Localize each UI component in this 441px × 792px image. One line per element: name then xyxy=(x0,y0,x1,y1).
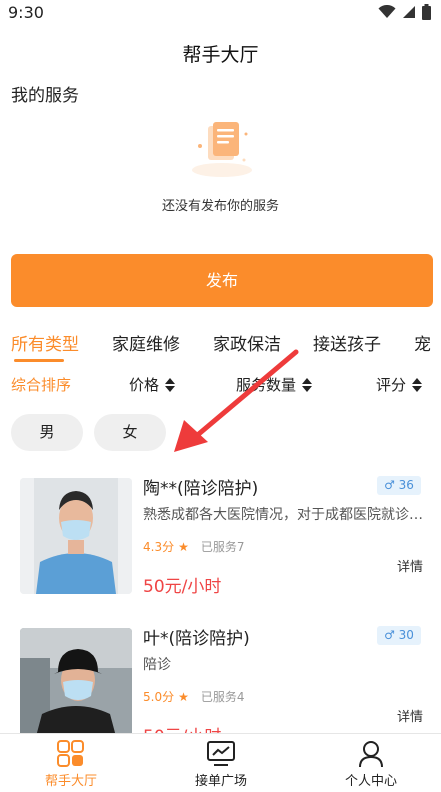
star-icon: ★ xyxy=(178,539,189,554)
publish-button[interactable]: 发布 xyxy=(11,254,433,307)
sort-service-count-label: 服务数量 xyxy=(236,376,297,394)
helper-name: 陶**(陪诊陪护) xyxy=(143,479,259,499)
helper-name: 叶*(陪诊陪护) xyxy=(143,629,250,649)
nav-personal-center[interactable]: 个人中心 xyxy=(316,740,426,789)
sort-comprehensive-label: 综合排序 xyxy=(11,376,72,394)
sort-rating-label: 评分 xyxy=(376,376,407,394)
sort-arrows-icon xyxy=(165,377,176,392)
bottom-nav: 帮手大厅 接单广场 个人中心 xyxy=(0,733,441,792)
grid-icon xyxy=(57,740,84,767)
helper-description: 熟悉成都各大医院情况，对于成都医院就诊流程非常熟悉 xyxy=(143,507,423,523)
nav-helper-hall-label: 帮手大厅 xyxy=(44,774,97,789)
helper-meta: 5.0分 ★ 已服务4 xyxy=(143,688,245,705)
detail-link[interactable]: 详情 xyxy=(397,556,423,575)
sort-price[interactable]: 价格 xyxy=(129,374,176,395)
annotation-arrow-icon xyxy=(174,349,299,452)
helper-rating: 5.0分 xyxy=(143,690,175,704)
gender-age-badge: ♂ 36 xyxy=(377,476,421,495)
helper-meta: 4.3分 ★ 已服务7 xyxy=(143,538,245,555)
sort-price-label: 价格 xyxy=(129,376,160,394)
tab-home-repair[interactable]: 家庭维修 xyxy=(112,330,180,355)
sort-arrows-icon xyxy=(302,377,313,392)
helper-rating: 4.3分 xyxy=(143,540,175,554)
empty-service-text: 还没有发布你的服务 xyxy=(161,199,279,214)
active-tab-indicator xyxy=(14,359,64,362)
helper-description: 陪诊 xyxy=(143,657,171,673)
sort-service-count[interactable]: 服务数量 xyxy=(236,374,313,395)
helper-served-count: 已服务7 xyxy=(200,540,245,554)
helper-card[interactable]: 陶**(陪诊陪护) ♂ 36 熟悉成都各大医院情况，对于成都医院就诊流程非常熟悉… xyxy=(0,470,441,610)
status-time: 9:30 xyxy=(8,3,44,22)
my-service-title: 我的服务 xyxy=(11,86,79,106)
sort-bar: 综合排序 价格 服务数量 评分 xyxy=(0,372,441,398)
status-icons xyxy=(378,4,431,20)
sort-rating[interactable]: 评分 xyxy=(376,374,423,395)
person-icon xyxy=(359,741,383,768)
status-bar: 9:30 xyxy=(0,0,441,26)
helper-served-count: 已服务4 xyxy=(200,690,245,704)
gender-filter-male[interactable]: 男 xyxy=(11,414,83,451)
helper-photo xyxy=(20,478,132,594)
battery-icon xyxy=(422,4,431,20)
nav-order-square[interactable]: 接单广场 xyxy=(166,740,276,789)
sort-comprehensive[interactable]: 综合排序 xyxy=(11,374,71,395)
nav-order-square-label: 接单广场 xyxy=(194,774,247,789)
detail-link[interactable]: 详情 xyxy=(397,706,423,725)
wifi-icon xyxy=(378,5,396,18)
tab-pet[interactable]: 宠 xyxy=(414,330,431,355)
helper-price: 50元/小时 xyxy=(143,577,222,597)
star-icon: ★ xyxy=(178,689,189,704)
sort-arrows-icon xyxy=(412,377,423,392)
monitor-icon xyxy=(207,741,235,766)
gender-age-badge: ♂ 30 xyxy=(377,626,421,645)
tab-housekeeping[interactable]: 家政保洁 xyxy=(213,330,281,355)
category-tabs: 所有类型 家庭维修 家政保洁 接送孩子 宠 xyxy=(0,330,441,364)
gender-filter-female[interactable]: 女 xyxy=(94,414,166,451)
signal-icon xyxy=(403,6,415,18)
helper-photo xyxy=(20,628,132,744)
empty-document-icon xyxy=(192,122,252,177)
nav-personal-center-label: 个人中心 xyxy=(344,774,397,789)
nav-helper-hall[interactable]: 帮手大厅 xyxy=(16,740,126,789)
page-title: 帮手大厅 xyxy=(182,44,259,66)
tab-all-types[interactable]: 所有类型 xyxy=(11,330,79,355)
tab-child-pickup[interactable]: 接送孩子 xyxy=(313,330,381,355)
